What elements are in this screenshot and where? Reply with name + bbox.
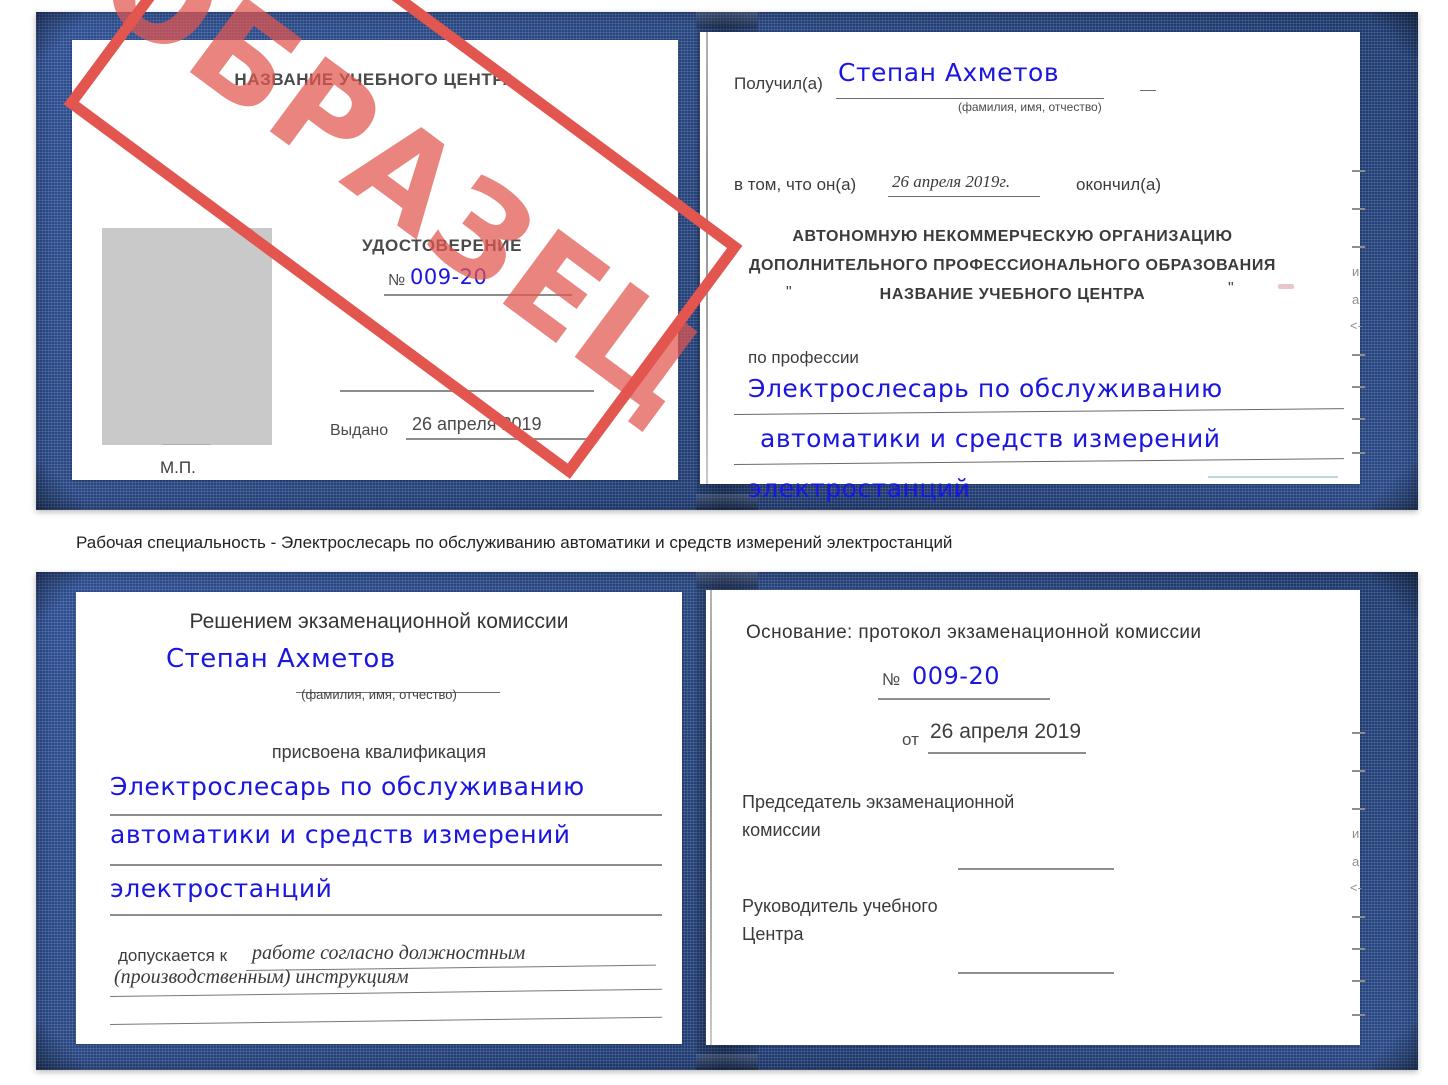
bleed-dash bbox=[1352, 808, 1365, 810]
chairman-label-line-1: Председатель экзаменационной bbox=[742, 792, 1015, 812]
bleed-char-a: а bbox=[1352, 292, 1360, 307]
cover-fold-top-right bbox=[1372, 572, 1418, 618]
bleed-dash bbox=[1352, 246, 1365, 248]
protocol-number-label: № bbox=[882, 670, 901, 689]
top-certificate-right-page: Получил(а) Степан Ахметов (фамилия, имя,… bbox=[700, 32, 1360, 503]
profession-rule-2 bbox=[733, 458, 1344, 465]
commission-decision-heading: Решением экзаменационной комиссии bbox=[189, 610, 569, 633]
bleed-char-a: а bbox=[1352, 854, 1360, 869]
certificate-number-value: 009-20 bbox=[410, 265, 488, 289]
bleed-dash bbox=[1352, 948, 1365, 950]
protocol-date-rule bbox=[928, 752, 1086, 754]
bleed-dash bbox=[1352, 170, 1365, 172]
received-name-rule-ext bbox=[1140, 90, 1156, 91]
chairman-signature-rule bbox=[958, 868, 1114, 870]
stamp-place-label: М.П. bbox=[160, 458, 196, 477]
top-certificate-left-page: НАЗВАНИЕ УЧЕБНОГО ЦЕНТРА УДОСТОВЕРЕНИЕ №… bbox=[72, 40, 678, 480]
received-label: Получил(а) bbox=[734, 74, 823, 93]
protocol-date-value: 26 апреля 2019 bbox=[930, 720, 1082, 743]
bleed-char-arrow: <- bbox=[1350, 318, 1362, 333]
bleed-char-i: и bbox=[1352, 264, 1360, 279]
bleed-dash bbox=[1352, 770, 1365, 772]
protocol-number-rule bbox=[878, 698, 1050, 700]
paper-bleed-teal-line bbox=[1208, 476, 1338, 478]
chairman-label-line-2: комиссии bbox=[742, 820, 821, 840]
qualification-line-2: автоматики и средств измерений bbox=[110, 820, 571, 849]
cover-spine-tab-bottom bbox=[696, 1054, 758, 1070]
profession-label: по профессии bbox=[748, 348, 859, 367]
head-of-center-label-line-2: Центра bbox=[742, 924, 804, 944]
certificate-number-label: № bbox=[388, 272, 406, 289]
bleed-dash bbox=[1352, 916, 1365, 918]
qualification-rule-1 bbox=[110, 814, 662, 816]
bleed-dash bbox=[1352, 354, 1365, 356]
bleed-dash bbox=[1352, 1014, 1365, 1016]
image-caption: Рабочая специальность - Электрослесарь п… bbox=[76, 533, 953, 552]
blank-rule-middle bbox=[340, 390, 594, 392]
profession-line-1: Электрослесарь по обслуживанию bbox=[748, 374, 1223, 403]
bleed-char-arrow: <- bbox=[1350, 880, 1362, 895]
cover-spine-tab-top bbox=[696, 572, 758, 588]
cover-fold-top-right bbox=[1372, 12, 1418, 58]
qualification-label: присвоена квалификация bbox=[271, 742, 487, 762]
admitted-label: допускается к bbox=[118, 946, 228, 965]
photo-bottom-line bbox=[162, 444, 210, 445]
issued-date-value: 26 апреля 2019 bbox=[412, 414, 542, 434]
paper-bleed-spot bbox=[1278, 284, 1294, 289]
head-of-center-label-line-1: Руководитель учебного bbox=[742, 896, 938, 916]
profession-line-3: электростанций bbox=[748, 474, 971, 503]
issued-date-rule bbox=[406, 438, 598, 440]
profession-line-2: автоматики и средств измерений bbox=[760, 424, 1221, 453]
blank-rule-bottom bbox=[109, 1016, 662, 1025]
bottom-right-bleed-column: и а <- bbox=[1348, 730, 1382, 1046]
admitted-rule-2 bbox=[109, 988, 662, 997]
admitted-value-line-1: работе согласно должностным bbox=[252, 942, 526, 964]
received-name-rule bbox=[836, 98, 1104, 99]
fio-hint: (фамилия, имя, отчество) bbox=[958, 100, 1102, 114]
organization-line-2: ДОПОЛНИТЕЛЬНОГО ПРОФЕССИОНАЛЬНОГО ОБРАЗО… bbox=[748, 257, 1277, 274]
organization-line-1: АВТОНОМНУЮ НЕКОММЕРЧЕСКУЮ ОРГАНИЗАЦИЮ bbox=[792, 228, 1233, 245]
issued-label: Выдано bbox=[330, 422, 389, 439]
graduate-name-value: Степан Ахметов bbox=[166, 644, 396, 674]
page-gutter-line bbox=[710, 590, 712, 1045]
bleed-dash bbox=[1352, 452, 1365, 454]
bottom-certificate-left-page: Решением экзаменационной комиссии Степан… bbox=[76, 592, 682, 1044]
finished-label: окончил(а) bbox=[1076, 175, 1161, 194]
certificate-number-rule bbox=[384, 294, 572, 296]
training-center-name-title: НАЗВАНИЕ УЧЕБНОГО ЦЕНТРА bbox=[234, 70, 516, 89]
bleed-dash bbox=[1352, 732, 1365, 734]
completion-date-value: 26 апреля 2019г. bbox=[892, 172, 1011, 191]
qualification-rule-3 bbox=[110, 914, 662, 916]
qualification-line-1: Электрослесарь по обслуживанию bbox=[110, 772, 585, 801]
completion-date-rule bbox=[888, 196, 1040, 197]
bleed-dash bbox=[1352, 386, 1365, 388]
bleed-char-i: и bbox=[1352, 826, 1360, 841]
qualification-line-3: электростанций bbox=[110, 874, 333, 903]
basis-protocol-label: Основание: протокол экзаменационной коми… bbox=[746, 622, 1202, 643]
profession-rule-1 bbox=[733, 408, 1344, 415]
fio-hint: (фамилия, имя, отчество) bbox=[301, 687, 457, 702]
that-he-label: в том, что он(а) bbox=[734, 175, 857, 194]
bottom-certificate-right-page: Основание: протокол экзаменационной коми… bbox=[706, 590, 1360, 1045]
bleed-dash bbox=[1352, 980, 1365, 982]
admitted-value-line-2: (производственным) инструкциям bbox=[114, 966, 409, 988]
organization-quote-close: " bbox=[1228, 280, 1234, 297]
bleed-dash bbox=[1352, 418, 1365, 420]
photo-placeholder bbox=[102, 228, 272, 445]
top-right-bleed-column: и а <- bbox=[1348, 168, 1382, 484]
protocol-date-label: от bbox=[902, 730, 919, 749]
screenshot-root: НАЗВАНИЕ УЧЕБНОГО ЦЕНТРА УДОСТОВЕРЕНИЕ №… bbox=[0, 0, 1448, 1085]
document-title: УДОСТОВЕРЕНИЕ bbox=[362, 236, 523, 255]
received-name-value: Степан Ахметов bbox=[838, 58, 1060, 87]
head-of-center-signature-rule bbox=[958, 972, 1114, 974]
bleed-dash bbox=[1352, 208, 1365, 210]
cover-spine-tab-top bbox=[696, 12, 758, 28]
protocol-number-value: 009-20 bbox=[912, 662, 1001, 690]
qualification-rule-2 bbox=[110, 864, 662, 866]
